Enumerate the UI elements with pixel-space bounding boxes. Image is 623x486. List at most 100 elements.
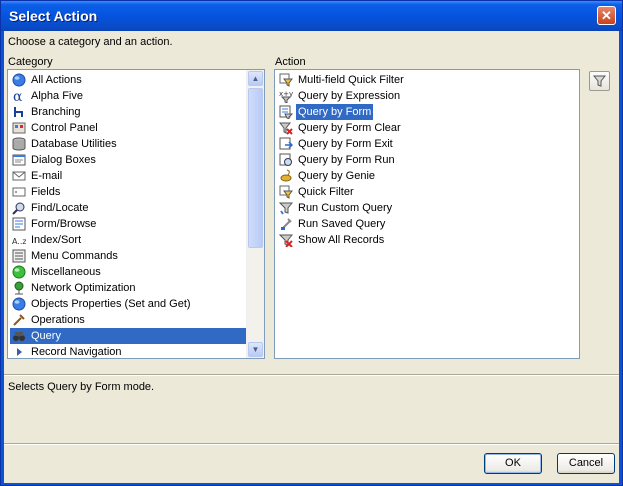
category-item-label: All Actions	[31, 74, 82, 86]
filter-button[interactable]	[589, 71, 610, 91]
funnel-icon	[279, 202, 293, 215]
category-item-label: Branching	[31, 106, 81, 118]
action-label: Action	[275, 56, 306, 68]
category-item[interactable]: Database Utilities	[10, 136, 246, 152]
action-item[interactable]: Run Custom Query	[277, 200, 575, 216]
close-button[interactable]: ✕	[597, 6, 616, 25]
title-bar[interactable]: Select Action ✕	[1, 1, 622, 31]
category-item-label: Miscellaneous	[31, 266, 101, 278]
quick-filter-icon	[279, 73, 293, 87]
expression-icon: x+y	[279, 90, 293, 103]
funnel-icon	[592, 75, 607, 87]
category-list[interactable]: ▲ ▼ All Actions α Alpha Five Branching Contr…	[7, 69, 265, 359]
category-item[interactable]: Operations	[10, 312, 246, 328]
action-item[interactable]: Multi-field Quick Filter	[277, 72, 575, 88]
category-item-label: Objects Properties (Set and Get)	[31, 298, 191, 310]
category-item[interactable]: Find/Locate	[10, 200, 246, 216]
svg-text:A..z: A..z	[12, 237, 26, 246]
category-item[interactable]: Miscellaneous	[10, 264, 246, 280]
database-icon	[12, 137, 26, 151]
category-item-label: Find/Locate	[31, 202, 89, 214]
action-item-label: Multi-field Quick Filter	[298, 74, 404, 86]
ok-button[interactable]: OK	[484, 453, 542, 474]
action-item-label: Query by Form Clear	[298, 122, 401, 134]
category-item-label: Query	[31, 330, 61, 342]
dialog-icon	[12, 154, 26, 166]
select-action-dialog: Select Action ✕ Choose a category and an…	[0, 0, 623, 486]
globe-icon	[12, 73, 26, 87]
category-item[interactable]: Network Optimization	[10, 280, 246, 296]
category-item[interactable]: Dialog Boxes	[10, 152, 246, 168]
action-item-label: Query by Form Exit	[298, 138, 393, 150]
branch-icon	[14, 107, 23, 117]
action-item[interactable]: Quick Filter	[277, 184, 575, 200]
action-item[interactable]: Query by Form Run	[277, 152, 575, 168]
cancel-label: Cancel	[568, 457, 604, 469]
category-item-label: E-mail	[31, 170, 63, 182]
form-icon	[12, 217, 26, 231]
category-item-label: Form/Browse	[31, 218, 97, 230]
category-item[interactable]: Menu Commands	[10, 248, 246, 264]
category-item[interactable]: Record Navigation	[10, 344, 246, 358]
scroll-thumb[interactable]	[248, 88, 263, 248]
show-all-icon	[279, 234, 293, 247]
close-icon: ✕	[601, 8, 612, 23]
email-icon	[12, 171, 26, 181]
svg-text:α: α	[13, 89, 23, 103]
cancel-button[interactable]: Cancel	[557, 453, 615, 474]
ok-label: OK	[505, 457, 521, 469]
operations-icon	[13, 314, 25, 326]
category-item[interactable]: All Actions	[10, 72, 246, 88]
category-item-label: Alpha Five	[31, 90, 83, 102]
action-item[interactable]: Show All Records	[277, 232, 575, 248]
network-icon	[14, 281, 24, 295]
category-item[interactable]: Fields	[10, 184, 246, 200]
action-item-label: Query by Genie	[298, 170, 376, 182]
category-item[interactable]: α Alpha Five	[10, 88, 246, 104]
category-item-label: Control Panel	[31, 122, 98, 134]
category-item-label: Network Optimization	[31, 282, 136, 294]
action-item-label: Run Saved Query	[298, 218, 386, 230]
binoculars-icon	[13, 332, 25, 341]
action-item[interactable]: Query by Form Clear	[277, 120, 575, 136]
query-form-icon	[279, 105, 293, 119]
category-item[interactable]: A..z Index/Sort	[10, 232, 246, 248]
alpha-icon: α	[13, 89, 23, 103]
category-item[interactable]: E-mail	[10, 168, 246, 184]
fields-icon	[12, 187, 26, 197]
action-item-label: Quick Filter	[298, 186, 354, 198]
category-item-label: Menu Commands	[31, 250, 118, 262]
category-item[interactable]: Control Panel	[10, 120, 246, 136]
dialog-title: Select Action	[9, 8, 98, 24]
action-list[interactable]: Multi-field Quick Filter x+y Query by Expr…	[274, 69, 580, 359]
category-item[interactable]: Query	[10, 328, 246, 344]
category-scrollbar[interactable]: ▲ ▼	[246, 70, 264, 358]
action-item[interactable]: Query by Form Exit	[277, 136, 575, 152]
scroll-down-button[interactable]: ▼	[248, 342, 263, 357]
menu-icon	[12, 249, 26, 263]
separator	[4, 443, 619, 445]
query-exit-icon	[279, 137, 293, 150]
category-item[interactable]: Branching	[10, 104, 246, 120]
action-item-label: Query by Form Run	[298, 154, 395, 166]
category-item-label: Record Navigation	[31, 346, 122, 358]
scroll-up-button[interactable]: ▲	[248, 71, 263, 86]
category-item-label: Operations	[31, 314, 85, 326]
action-item[interactable]: Run Saved Query	[277, 216, 575, 232]
find-icon	[12, 202, 25, 215]
action-item[interactable]: Query by Genie	[277, 168, 575, 184]
sort-icon: A..z	[12, 237, 26, 246]
action-item[interactable]: Query by Form	[277, 104, 575, 120]
category-item-label: Index/Sort	[31, 234, 82, 246]
globe-icon	[12, 297, 26, 311]
category-item-label: Dialog Boxes	[31, 154, 96, 166]
action-description: Selects Query by Form mode.	[8, 381, 155, 393]
arrow-icon	[17, 348, 22, 356]
category-item[interactable]: Objects Properties (Set and Get)	[10, 296, 246, 312]
category-item[interactable]: Form/Browse	[10, 216, 246, 232]
action-item[interactable]: x+y Query by Expression	[277, 88, 575, 104]
category-label: Category	[8, 56, 53, 68]
action-item-label: Show All Records	[298, 234, 385, 246]
query-run-icon	[279, 153, 292, 166]
quick-filter-icon	[279, 185, 293, 199]
